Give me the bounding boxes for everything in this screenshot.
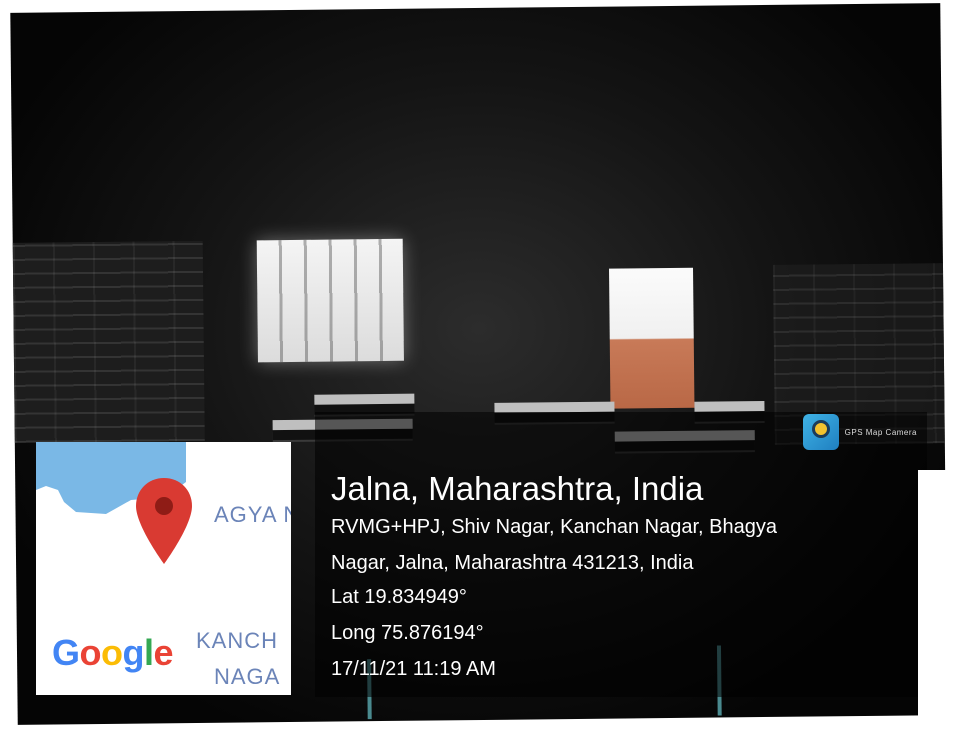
map-label-kanchan: KANCH <box>196 628 279 653</box>
google-logo-letter: e <box>153 632 174 673</box>
location-title: Jalna, Maharashtra, India <box>331 470 704 507</box>
location-pin-icon <box>136 478 192 564</box>
google-logo-letter: o <box>79 632 102 673</box>
app-badge: GPS Map Camera <box>802 414 917 450</box>
google-logo-letter: g <box>122 632 145 673</box>
longitude: Long 75.876194° <box>331 622 484 644</box>
google-logo-letter: o <box>101 632 123 673</box>
map-label-nagar: NAGA <box>214 664 281 689</box>
timestamp: 17/11/21 11:19 AM <box>331 658 496 680</box>
doorway <box>609 267 695 409</box>
latitude: Lat 19.834949° <box>331 586 467 608</box>
paper-edge <box>918 470 958 732</box>
address-line-1: RVMG+HPJ, Shiv Nagar, Kanchan Nagar, Bha… <box>331 516 777 538</box>
app-badge-label: GPS Map Camera <box>844 427 917 437</box>
left-brick-wall <box>12 240 205 443</box>
google-logo-letter: G <box>52 632 80 673</box>
address-line-2: Nagar, Jalna, Maharashtra 431213, India <box>331 552 694 574</box>
geotag-info-panel: GPS Map Camera Jalna, Maharashtra, India… <box>315 412 927 697</box>
map-label-bhagya: AGYA N <box>214 502 291 527</box>
bench <box>314 393 415 405</box>
google-logo-letter: l <box>144 632 154 673</box>
gps-map-camera-icon <box>802 414 839 450</box>
left-window <box>256 238 404 363</box>
photo-frame: AGYA N KANCH NAGA Google GPS Map Camera … <box>0 0 958 732</box>
google-logo: Google <box>52 632 174 674</box>
bench <box>694 401 765 412</box>
map-thumbnail: AGYA N KANCH NAGA Google <box>36 442 291 695</box>
